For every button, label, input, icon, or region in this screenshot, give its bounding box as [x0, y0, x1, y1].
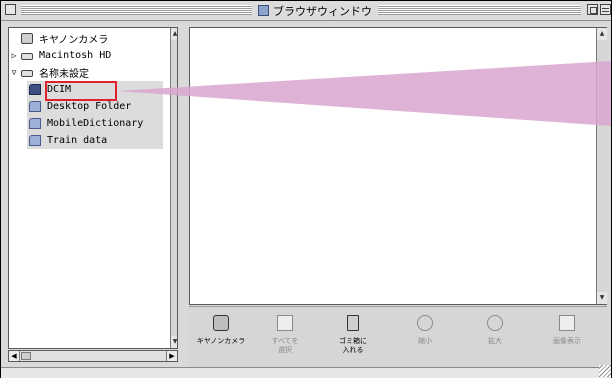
browser-window: ブラウザウィンドウ キヤノンカメラ ▷ Macintosh HD ▽ 名称未設定…: [0, 0, 612, 378]
callout-wedge: [117, 61, 611, 126]
callout-pointer: [117, 61, 611, 126]
